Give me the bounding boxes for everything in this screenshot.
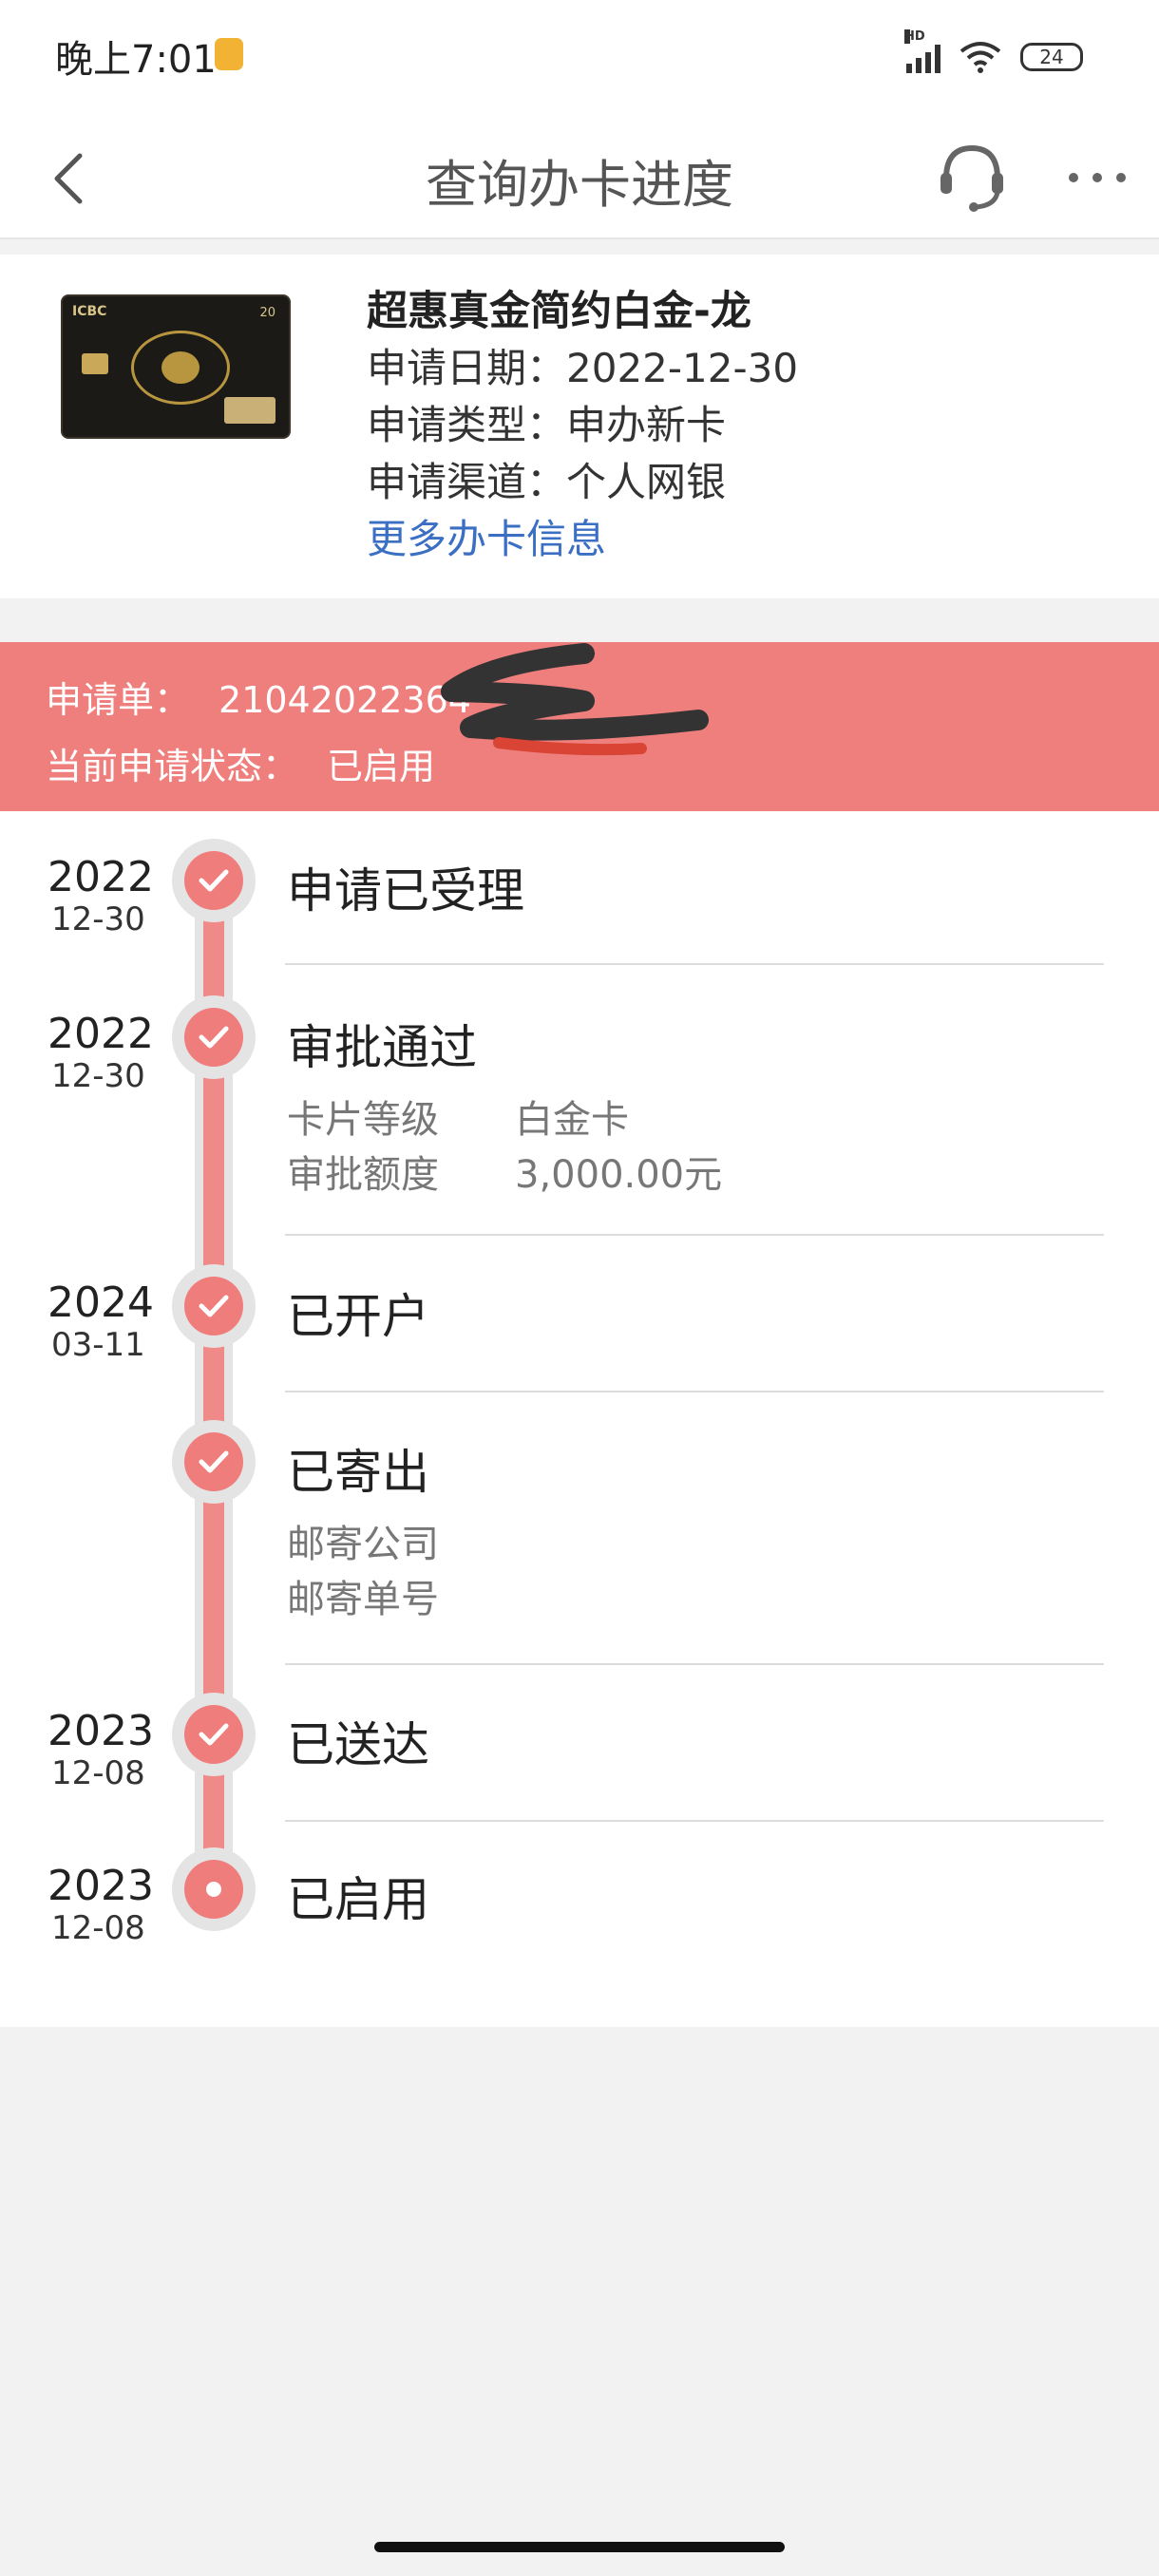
home-indicator[interactable] (374, 2542, 785, 2552)
navigation-bar: 查询办卡进度 (0, 114, 1159, 239)
step-title: 审批通过 (287, 1020, 477, 1075)
detail-value: 白金卡 (515, 1098, 629, 1142)
application-number-label: 申请单： (46, 679, 191, 721)
apply-channel-row: 申请渠道：个人网银 (367, 454, 798, 511)
application-status-value: 已启用 (327, 746, 436, 787)
step-title: 已启用 (287, 1872, 429, 1927)
status-time: 晚上7:01 (55, 38, 217, 82)
application-status-banner: 申请单： 21042022364 当前申请状态： 已启用 (0, 642, 1159, 811)
apply-type-label: 申请类型： (367, 402, 567, 448)
step-date: 12-30 (51, 1057, 145, 1095)
divider (285, 1234, 1104, 1236)
divider (285, 1820, 1104, 1822)
check-icon (199, 869, 229, 892)
check-icon (199, 1026, 229, 1049)
apply-type-row: 申请类型：申办新卡 (367, 397, 798, 454)
step-check-dot (184, 1432, 243, 1491)
card-network-logo (224, 397, 276, 424)
progress-timeline: 2022 12-30 申请已受理 2022 12-30 审批通过 卡片等级 白金… (0, 811, 1159, 2027)
headset-icon (940, 144, 1003, 212)
current-indicator-icon (206, 1882, 221, 1897)
step-date: 12-08 (51, 1754, 145, 1792)
divider (285, 963, 1104, 965)
step-check-dot (184, 1277, 243, 1335)
courier-company-row: 邮寄公司 (287, 1513, 439, 1568)
apply-date-label: 申请日期： (367, 345, 567, 391)
step-check-dot (184, 1008, 243, 1067)
detail-value: 3,000.00元 (515, 1153, 723, 1197)
application-status-label: 当前申请状态： (46, 746, 299, 787)
divider (285, 1391, 1104, 1392)
step-current-dot (184, 1860, 243, 1919)
detail-label: 审批额度 (287, 1153, 439, 1197)
step-check-dot (184, 851, 243, 910)
redaction-scribble (441, 643, 709, 756)
card-chip-icon (82, 353, 108, 374)
network-label: HD (904, 29, 925, 44)
battery-indicator: 24 (1020, 43, 1083, 71)
card-name: 超惠真金简约白金-龙 (367, 288, 751, 335)
apply-date-row: 申请日期：2022-12-30 (367, 340, 798, 397)
approved-limit-row: 审批额度 3,000.00元 (287, 1144, 722, 1199)
tracking-number-row: 邮寄单号 (287, 1568, 439, 1623)
card-badge: 20 (259, 306, 276, 320)
divider (285, 1663, 1104, 1665)
signal-icon: HD (904, 29, 940, 73)
apply-channel-label: 申请渠道： (367, 459, 567, 505)
check-icon (199, 1450, 229, 1473)
card-logo: ICBC (72, 304, 107, 319)
step-title: 已寄出 (287, 1445, 429, 1500)
detail-label: 卡片等级 (287, 1098, 439, 1142)
detail-label: 邮寄公司 (287, 1523, 439, 1566)
card-details: 超惠真金简约白金-龙 申请日期：2022-12-30 申请类型：申办新卡 申请渠… (367, 283, 798, 568)
step-title: 申请已受理 (287, 863, 524, 919)
credit-card-image: ICBC 20 (61, 294, 291, 439)
more-card-info-link[interactable]: 更多办卡信息 (367, 511, 798, 568)
step-date: 03-11 (51, 1326, 145, 1364)
card-level-row: 卡片等级 白金卡 (287, 1089, 629, 1144)
more-button[interactable] (1064, 144, 1130, 211)
dragon-emblem-center (162, 351, 200, 384)
card-summary: ICBC 20 超惠真金简约白金-龙 申请日期：2022-12-30 申请类型：… (0, 255, 1159, 598)
check-icon (199, 1295, 229, 1317)
notification-icon (215, 38, 243, 70)
application-number-row: 申请单： 21042022364 (46, 671, 471, 723)
apply-channel-value: 个人网银 (566, 459, 727, 505)
wifi-icon (960, 42, 1001, 73)
application-status-row: 当前申请状态： 已启用 (46, 737, 435, 789)
customer-service-button[interactable] (929, 133, 1015, 218)
apply-date-value: 2022-12-30 (566, 345, 799, 391)
step-date: 12-08 (51, 1909, 145, 1947)
detail-label: 邮寄单号 (287, 1578, 439, 1621)
status-bar: 晚上7:01 HD 24 (0, 0, 1159, 114)
apply-type-value: 申办新卡 (566, 402, 727, 448)
step-title: 已送达 (287, 1717, 429, 1772)
step-date: 12-30 (51, 900, 145, 938)
step-title: 已开户 (287, 1289, 429, 1344)
status-icons: HD 24 (904, 29, 1083, 78)
step-check-dot (184, 1705, 243, 1764)
more-dots-icon (1069, 173, 1126, 182)
check-icon (199, 1723, 229, 1746)
